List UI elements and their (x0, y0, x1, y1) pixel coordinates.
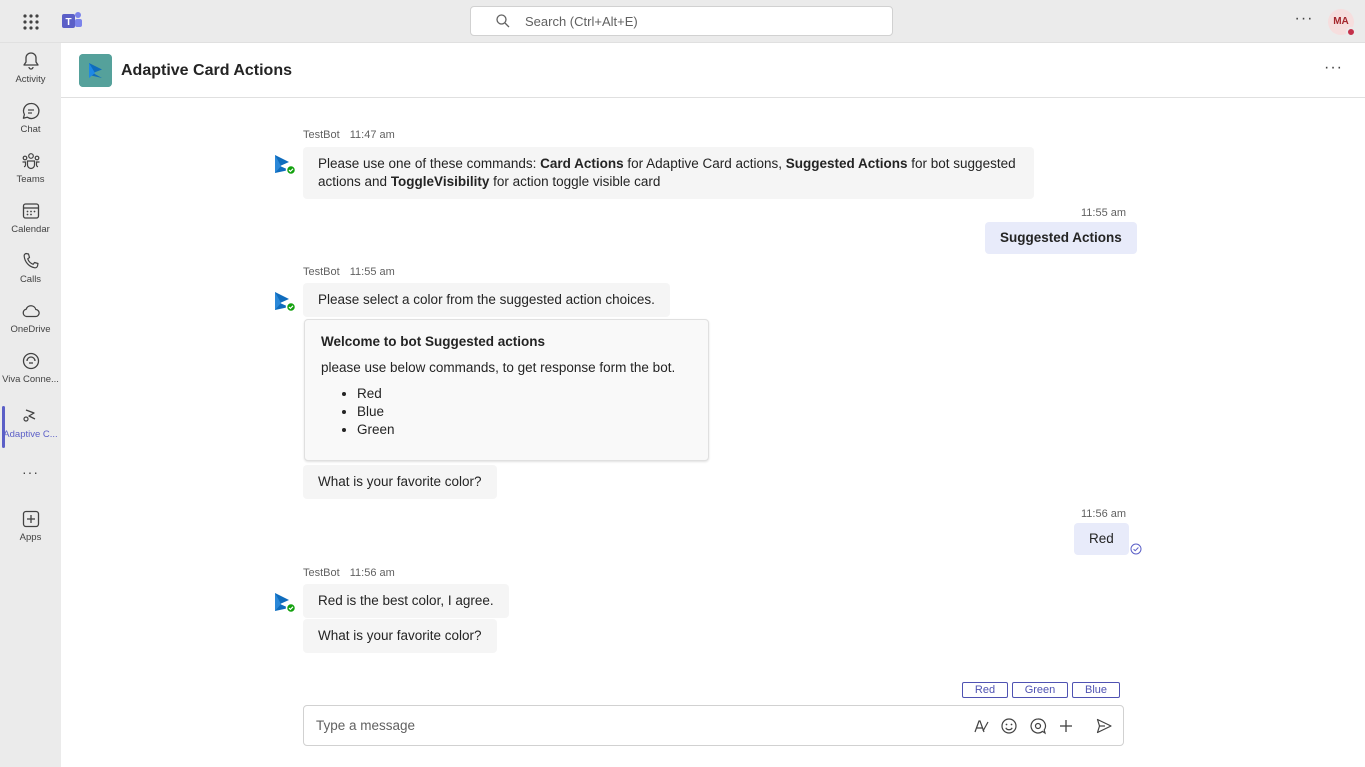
card-body: please use below commands, to get respon… (321, 360, 676, 375)
user-avatar[interactable]: MA (1328, 9, 1356, 37)
message-time: 11:55 am (349, 266, 395, 278)
main-pane: Adaptive Card Actions ··· TestBot 11:47 … (61, 43, 1365, 767)
rail-item-label: Viva Conne... (2, 374, 59, 385)
rail-item-adaptive-card[interactable]: Adaptive C... (0, 406, 61, 454)
adaptive-card-icon (22, 409, 35, 422)
message-text: Please use one of these commands: (318, 156, 541, 171)
message-time: 11:47 am (349, 129, 395, 141)
message-time: 11:55 am (1081, 207, 1127, 219)
rail-item-label: Adaptive C... (3, 429, 58, 440)
more-icon: ··· (22, 464, 39, 480)
top-bar: T Search (Ctrl+Alt+E) ··· MA (0, 0, 1365, 43)
command-card-actions: Card Actions (540, 156, 624, 171)
card-title: Welcome to bot Suggested actions (321, 334, 546, 349)
rail-item-chat[interactable]: Chat (0, 101, 61, 149)
sender-name: TestBot (303, 129, 340, 141)
search-icon (496, 14, 510, 28)
command-suggested-actions: Suggested Actions (785, 156, 908, 171)
sender-name: TestBot (303, 567, 340, 579)
loop-icon[interactable] (1029, 717, 1047, 735)
page-title: Adaptive Card Actions (121, 62, 292, 79)
chat-icon (22, 102, 39, 120)
add-apps-icon (22, 510, 39, 528)
emoji-icon[interactable] (1000, 717, 1018, 735)
svg-text:T: T (65, 17, 71, 28)
rail-item-apps[interactable]: Apps (0, 509, 61, 557)
rail-item-label: OneDrive (10, 324, 51, 335)
rail-item-label: Teams (16, 174, 45, 185)
search-box[interactable]: Search (Ctrl+Alt+E) (470, 6, 893, 36)
header-more-button[interactable]: ··· (1324, 60, 1343, 76)
app-launcher-icon[interactable] (22, 13, 40, 31)
rail-item-label: Activity (15, 74, 46, 85)
add-icon[interactable] (1057, 717, 1075, 735)
suggested-action-red[interactable]: Red (962, 682, 1008, 698)
command-toggle-visibility: ToggleVisibility (390, 174, 490, 189)
presence-status-icon (1346, 27, 1356, 37)
rail-item-activity[interactable]: Activity (0, 51, 61, 99)
message-input[interactable]: Type a message (316, 718, 415, 733)
rail-item-teams[interactable]: Teams (0, 151, 61, 199)
bell-icon (22, 52, 39, 70)
sender-name: TestBot (303, 266, 340, 278)
chat-header: Adaptive Card Actions ··· (61, 43, 1365, 98)
adaptive-card: Welcome to bot Suggested actions please … (304, 319, 709, 461)
bot-message-bubble: Red is the best color, I agree. (303, 584, 509, 618)
bot-message-bubble: What is your favorite color? (303, 619, 497, 653)
adaptive-card-app-icon (79, 54, 112, 87)
message-list: TestBot 11:47 am Please use one of these… (61, 99, 1365, 699)
read-receipt-icon (1130, 543, 1142, 555)
settings-more-button[interactable]: ··· (1294, 11, 1314, 30)
suggested-action-green[interactable]: Green (1012, 682, 1068, 698)
app-rail: Activity Chat Teams Calendar Calls OneDr… (0, 43, 61, 767)
bot-avatar-icon (275, 155, 296, 176)
avatar-initials: MA (1333, 16, 1349, 27)
teams-logo-icon: T (62, 12, 82, 28)
calendar-icon (22, 203, 39, 219)
message-time: 11:56 am (349, 567, 395, 579)
bot-message-bubble: Please use one of these commands: Card A… (303, 147, 1034, 199)
message-meta: TestBot 11:55 am (303, 266, 395, 278)
message-text: for Adaptive Card actions, (623, 156, 786, 171)
message-meta: TestBot 11:47 am (303, 129, 395, 141)
viva-icon (22, 352, 39, 370)
rail-item-label: Chat (20, 124, 41, 135)
card-list: Red Blue Green (321, 385, 692, 439)
cloud-icon (22, 305, 40, 318)
bot-message-bubble: What is your favorite color? (303, 465, 497, 499)
user-message-bubble: Red (1074, 523, 1129, 555)
suggested-action-blue[interactable]: Blue (1072, 682, 1120, 698)
format-icon[interactable] (972, 717, 990, 735)
bot-avatar-icon (275, 292, 296, 313)
rail-item-calendar[interactable]: Calendar (0, 201, 61, 249)
rail-item-label: Calls (19, 274, 42, 285)
rail-item-more[interactable]: ··· (0, 461, 61, 509)
message-time: 11:56 am (1081, 508, 1127, 520)
user-message-bubble: Suggested Actions (985, 222, 1137, 254)
rail-item-calls[interactable]: Calls (0, 251, 61, 299)
compose-box[interactable]: Type a message (303, 705, 1124, 746)
message-meta: TestBot 11:56 am (303, 567, 395, 579)
send-icon[interactable] (1095, 717, 1113, 735)
rail-item-label: Apps (19, 532, 42, 543)
rail-item-onedrive[interactable]: OneDrive (0, 301, 61, 349)
search-placeholder: Search (Ctrl+Alt+E) (525, 13, 638, 29)
rail-item-label: Calendar (11, 224, 50, 235)
list-item: Red (357, 385, 692, 403)
teams-icon (22, 153, 39, 170)
list-item: Blue (357, 403, 692, 421)
rail-item-viva-connections[interactable]: Viva Conne... (0, 351, 61, 399)
message-text: for action toggle visible card (489, 174, 661, 189)
list-item: Green (357, 421, 692, 439)
phone-icon (23, 252, 39, 269)
bot-message-bubble: Please select a color from the suggested… (303, 283, 670, 317)
bot-avatar-icon (275, 593, 296, 614)
suggested-actions: Red Green Blue (962, 682, 1120, 698)
